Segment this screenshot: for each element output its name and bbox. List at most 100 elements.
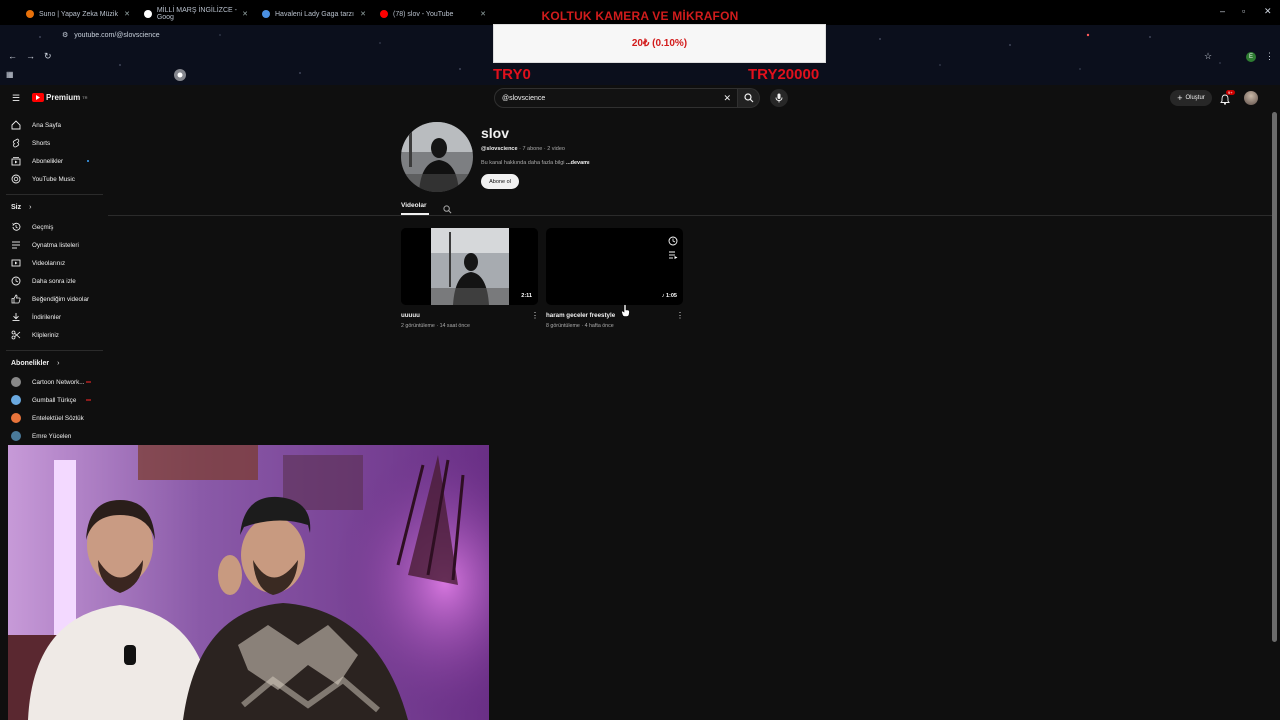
sidebar-item-clips[interactable]: Klipleriniz xyxy=(0,327,104,343)
more-options-icon[interactable]: ⋮ xyxy=(676,311,684,320)
donation-goal-max: TRY20000 xyxy=(748,66,820,83)
close-icon[interactable]: ✕ xyxy=(480,10,486,18)
sidebar-item-youtube-music[interactable]: YouTube Music xyxy=(0,171,104,187)
sidebar-item-label: Gumball Türkçe xyxy=(32,396,77,404)
channel-description[interactable]: Bu kanal hakkında daha fazla bilgi ...de… xyxy=(481,160,590,166)
sidebar-item-history[interactable]: Geçmiş xyxy=(0,219,104,235)
sidebar-item-liked-videos[interactable]: Beğendiğim videolar xyxy=(0,291,104,307)
notifications-button[interactable]: 9+ xyxy=(1220,90,1235,110)
video-thumbnail[interactable]: ♪ 1:05 xyxy=(546,228,683,305)
sidebar-item-label: Entelektüel Sözlük xyxy=(32,414,84,422)
close-icon[interactable]: ✕ xyxy=(124,10,130,18)
sidebar-item-subscriptions[interactable]: Abonelikler xyxy=(0,153,104,169)
more-options-icon[interactable]: ⋮ xyxy=(531,311,539,320)
subscribe-button[interactable]: Abone ol xyxy=(481,174,519,189)
sidebar-item-label: Daha sonra izle xyxy=(32,277,76,285)
account-avatar[interactable] xyxy=(1244,91,1258,105)
browser-tab[interactable]: Suno | Yapay Zeka Müzik ✕ xyxy=(18,4,136,24)
tab-favicon xyxy=(380,10,388,18)
maximize-icon[interactable]: ▫ xyxy=(1242,6,1245,16)
sidebar-item-home[interactable]: Ana Sayfa xyxy=(0,117,104,133)
search-input[interactable]: @slovscience ✕ xyxy=(494,88,738,108)
video-duration: 2:11 xyxy=(519,292,534,300)
microphone-icon xyxy=(775,93,783,103)
voice-search-button[interactable] xyxy=(770,89,788,107)
profile-avatar-icon[interactable]: E xyxy=(1246,52,1256,62)
sidebar-subscription[interactable]: Cartoon Network... xyxy=(0,374,104,390)
video-meta: 8 görüntüleme · 4 hafta önce xyxy=(546,323,614,329)
video-title[interactable]: haram geceler freestyle xyxy=(546,312,615,319)
reload-icon[interactable]: ↻ xyxy=(44,51,52,62)
video-duration: ♪ 1:05 xyxy=(659,292,679,300)
tab-label: MİLLİ MARŞ İNGİLİZCE - Goog xyxy=(156,7,237,21)
search-button[interactable] xyxy=(738,88,760,108)
channel-avatar[interactable] xyxy=(401,122,473,192)
sidebar-item-playlists[interactable]: Oynatma listeleri xyxy=(0,237,104,253)
sidebar-section-you[interactable]: Siz › xyxy=(11,204,31,211)
youtube-logo[interactable]: Premium TR xyxy=(32,93,88,102)
close-icon[interactable]: ✕ xyxy=(242,10,248,18)
close-icon[interactable]: ✕ xyxy=(360,10,366,18)
video-meta: 2 görüntüleme · 14 saat önce xyxy=(401,323,470,329)
your-videos-icon xyxy=(10,257,22,269)
tab-favicon xyxy=(262,10,270,18)
plus-icon: + xyxy=(1177,93,1183,103)
add-to-queue-icon[interactable] xyxy=(668,247,678,265)
sidebar-item-downloads[interactable]: İndirilenler xyxy=(0,309,104,325)
sidebar-item-your-videos[interactable]: Videolarınız xyxy=(0,255,104,271)
channel-avatar-icon xyxy=(11,395,21,405)
close-window-icon[interactable]: ✕ xyxy=(1264,6,1272,17)
browser-tab[interactable]: Havaleni Lady Gaga tarzı ✕ xyxy=(254,4,372,24)
sidebar-divider xyxy=(6,350,103,351)
sidebar: Ana Sayfa Shorts Abonelikler YouTube Mus… xyxy=(0,112,108,447)
site-info-icon[interactable]: ⚙ xyxy=(62,31,68,39)
video-title[interactable]: uuuuu xyxy=(401,312,420,319)
notification-badge: 9+ xyxy=(1226,90,1235,95)
subscriptions-icon xyxy=(10,155,22,167)
sidebar-subscription[interactable]: Emre Yücelen xyxy=(0,428,104,444)
scissors-icon xyxy=(10,329,22,341)
sidebar-divider xyxy=(6,194,103,195)
sidebar-section-subscriptions[interactable]: Abonelikler › xyxy=(11,360,59,367)
page-scrollbar[interactable] xyxy=(1272,112,1277,642)
create-button[interactable]: + Oluştur xyxy=(1170,90,1212,106)
apps-grid-icon[interactable]: ▦ xyxy=(6,70,14,79)
live-indicator xyxy=(86,399,91,401)
logo-country: TR xyxy=(82,95,88,100)
bookmark-star-icon[interactable]: ☆ xyxy=(1204,51,1212,62)
browser-tab[interactable]: MİLLİ MARŞ İNGİLİZCE - Goog ✕ xyxy=(136,4,254,24)
sidebar-subscription[interactable]: Gumball Türkçe xyxy=(0,392,104,408)
clear-search-icon[interactable]: ✕ xyxy=(723,93,731,104)
sidebar-subscription[interactable]: Entelektüel Sözlük xyxy=(0,410,104,426)
search-icon xyxy=(743,93,753,103)
browser-menu-icon[interactable]: ⋮ xyxy=(1265,51,1274,62)
youtube-play-icon xyxy=(32,93,44,102)
sidebar-item-label: YouTube Music xyxy=(32,175,75,183)
sidebar-item-watch-later[interactable]: Daha sonra izle xyxy=(0,273,104,289)
watch-later-icon xyxy=(10,275,22,287)
video-thumbnail[interactable]: 2:11 xyxy=(401,228,538,305)
browser-tab-active[interactable]: (78) slov - YouTube ✕ xyxy=(372,4,492,24)
history-icon xyxy=(10,221,22,233)
music-icon xyxy=(10,173,22,185)
channel-search-icon[interactable] xyxy=(443,201,452,219)
tab-label: Suno | Yapay Zeka Müzik xyxy=(39,10,118,18)
menu-icon[interactable]: ☰ xyxy=(12,93,20,104)
minimize-icon[interactable]: – xyxy=(1220,6,1225,16)
sidebar-item-label: Videolarınız xyxy=(32,259,66,267)
section-heading: Siz xyxy=(11,204,22,211)
sidebar-item-label: Klipleriniz xyxy=(32,331,59,339)
sidebar-item-label: Abonelikler xyxy=(32,157,64,165)
create-label: Oluştur xyxy=(1185,95,1205,101)
channel-stats: · 7 abone · 2 video xyxy=(517,146,565,152)
channel-avatar-icon xyxy=(11,413,21,423)
sidebar-item-shorts[interactable]: Shorts xyxy=(0,135,104,151)
more-link[interactable]: ...devamı xyxy=(566,160,590,166)
tabs-divider xyxy=(108,215,1274,216)
download-icon xyxy=(10,311,22,323)
logo-text: Premium xyxy=(46,93,81,102)
bell-icon xyxy=(1220,94,1230,105)
forward-icon[interactable]: → xyxy=(26,51,35,61)
back-icon[interactable]: ← xyxy=(8,51,17,61)
tab-videos[interactable]: Videolar xyxy=(401,202,427,209)
